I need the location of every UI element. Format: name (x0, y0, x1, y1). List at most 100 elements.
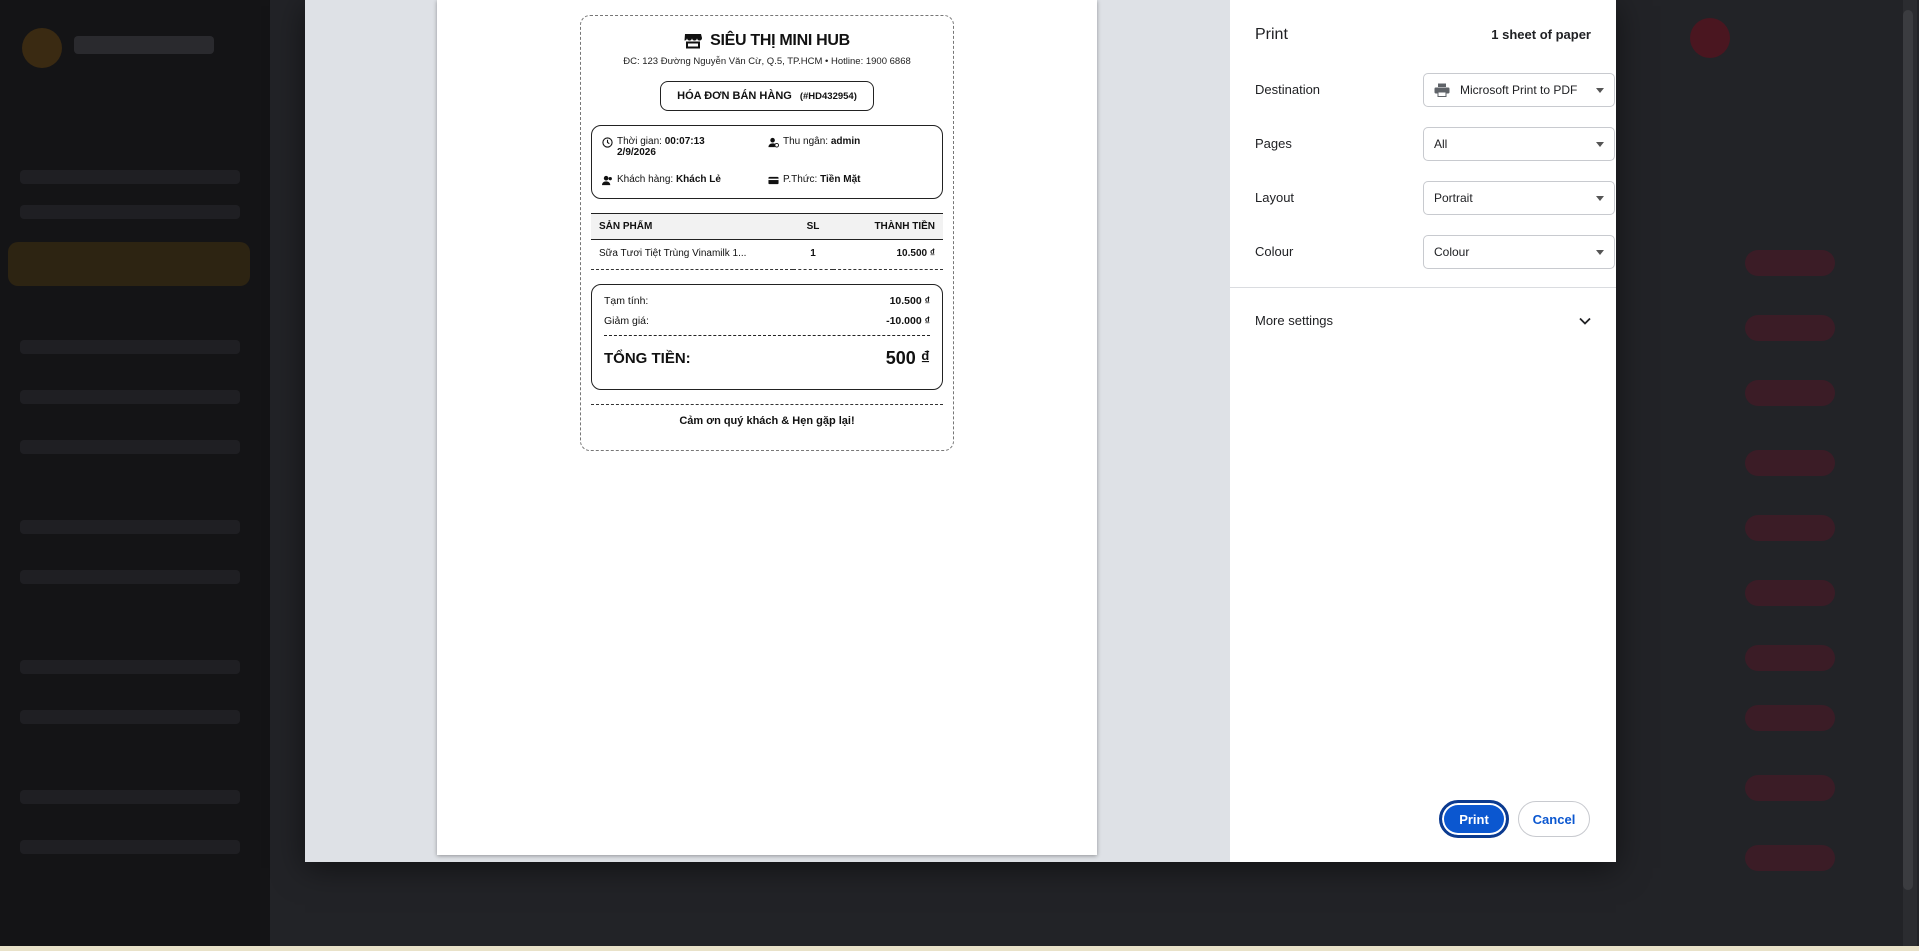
background-logo-text (74, 36, 214, 54)
time-label: Thời gian: (617, 136, 662, 147)
background-status-pill (1745, 775, 1835, 801)
colour-label: Colour (1255, 244, 1294, 259)
item-amount: 10.500 ₫ (833, 239, 943, 270)
background-status-pill (1745, 515, 1835, 541)
info-cashier: Thu ngân: admin (768, 136, 860, 148)
background-status-pill (1745, 580, 1835, 606)
printer-icon (1434, 83, 1450, 97)
colour-value: Colour (1434, 245, 1470, 259)
background-nav-item (20, 660, 240, 674)
sheet-count: 1 sheet of paper (1491, 27, 1591, 42)
background-footer-strip (0, 946, 1919, 951)
background-status-pill (1745, 645, 1835, 671)
totals-box: Tạm tính: 10.500 ₫ Giảm giá: -10.000 ₫ T… (591, 284, 943, 390)
layout-select[interactable]: Portrait (1423, 181, 1615, 215)
thank-you-message: Cảm ơn quý khách & Hẹn gặp lại! (679, 415, 855, 427)
info-customer: Khách hàng: Khách Lẻ (602, 174, 721, 186)
invoice-info-box: Thời gian: 00:07:13 2/9/2026 Thu ngân: a… (591, 125, 943, 199)
method-label: P.Thức: (783, 174, 818, 185)
discount-value: -10.000 ₫ (886, 315, 930, 327)
pages-value: All (1434, 137, 1448, 151)
background-status-pill (1745, 380, 1835, 406)
user-cog-icon (768, 137, 779, 148)
background-nav-item (20, 205, 240, 219)
background-status-pill (1745, 250, 1835, 276)
background-status-pill (1745, 315, 1835, 341)
cashier-label: Thu ngân: (783, 136, 829, 147)
chevron-down-icon (1596, 142, 1604, 147)
item-qty: 1 (793, 239, 833, 270)
more-settings-label: More settings (1255, 313, 1334, 328)
store-icon (684, 34, 703, 49)
total-value: 500 ₫ (885, 348, 930, 368)
subtotal-line: Tạm tính: 10.500 ₫ (604, 295, 930, 307)
background-sidebar (0, 0, 270, 951)
print-settings-panel: Print 1 sheet of paper Destination Micro… (1230, 0, 1616, 862)
store-address: ĐC: 123 Đường Nguyễn Văn Cừ, Q.5, TP.HCM… (623, 56, 911, 67)
subtotal-value: 10.500 ₫ (889, 295, 930, 307)
item-name: Sữa Tươi Tiệt Trùng Vinamilk 1... (591, 239, 793, 270)
info-time: Thời gian: 00:07:13 2/9/2026 (602, 136, 705, 158)
print-preview-area: SIÊU THỊ MINI HUB ĐC: 123 Đường Nguyễn V… (305, 0, 1230, 862)
cashier-value: admin (830, 136, 861, 147)
dialog-title: Print (1255, 26, 1288, 43)
background-logo (22, 28, 62, 68)
info-payment-text: P.Thức: Tiền Mặt (783, 174, 860, 185)
background-nav-item (20, 790, 240, 804)
pages-row: Pages All (1255, 127, 1615, 161)
layout-value: Portrait (1434, 191, 1473, 205)
background-nav-item (20, 520, 240, 534)
pages-select[interactable]: All (1423, 127, 1615, 161)
preview-page: SIÊU THỊ MINI HUB ĐC: 123 Đường Nguyễn V… (437, 0, 1097, 855)
background-nav-item (20, 170, 240, 184)
info-payment-method: P.Thức: Tiền Mặt (768, 174, 860, 186)
pages-label: Pages (1255, 136, 1292, 151)
receipt: SIÊU THỊ MINI HUB ĐC: 123 Đường Nguyễn V… (580, 15, 954, 451)
colour-select[interactable]: Colour (1423, 235, 1615, 269)
page-scrollbar-thumb[interactable] (1903, 10, 1913, 890)
method-value: Tiền Mặt (820, 174, 861, 185)
background-nav-item (20, 570, 240, 584)
background-avatar (1690, 18, 1730, 58)
info-cashier-text: Thu ngân: admin (783, 136, 860, 147)
date-value: 2/9/2026 (617, 147, 656, 158)
chevron-down-icon (1596, 88, 1604, 93)
background-nav-item (20, 710, 240, 724)
layout-row: Layout Portrait (1255, 181, 1615, 215)
background-status-pill (1745, 845, 1835, 871)
invoice-title-box: HÓA ĐƠN BÁN HÀNG (#HD432954) (660, 81, 874, 111)
settings-divider (1230, 287, 1616, 288)
discount-line: Giảm giá: -10.000 ₫ (604, 315, 930, 327)
column-product: SẢN PHẨM (591, 213, 793, 240)
store-header: SIÊU THỊ MINI HUB (591, 32, 943, 50)
column-qty: SL (793, 213, 833, 240)
items-table: SẢN PHẨM SL THÀNH TIỀN Sữa Tươi Tiệt Trù… (591, 213, 943, 270)
info-time-text: Thời gian: 00:07:13 2/9/2026 (617, 136, 705, 158)
time-value: 00:07:13 (664, 136, 705, 147)
background-status-pill (1745, 450, 1835, 476)
background-nav-item (20, 440, 240, 454)
grand-total-line: TỔNG TIỀN: 500 ₫ (604, 348, 930, 369)
column-amount: THÀNH TIỀN (833, 213, 943, 240)
credit-card-icon (768, 176, 779, 185)
destination-row: Destination Microsoft Print to PDF (1255, 73, 1615, 107)
subtotal-label: Tạm tính: (604, 295, 649, 307)
discount-label: Giảm giá: (604, 315, 649, 327)
more-settings-toggle[interactable]: More settings (1255, 313, 1591, 328)
cancel-button[interactable]: Cancel (1518, 801, 1590, 837)
totals-divider (604, 335, 930, 336)
page-scrollbar[interactable] (1903, 0, 1917, 951)
users-icon (602, 175, 612, 186)
customer-label: Khách hàng: (617, 174, 674, 185)
background-nav-item (20, 340, 240, 354)
customer-value: Khách Lẻ (675, 174, 721, 185)
thanks-divider (591, 404, 943, 405)
items-table-header: SẢN PHẨM SL THÀNH TIỀN (591, 213, 943, 240)
invoice-title: HÓA ĐƠN BÁN HÀNG (677, 90, 792, 102)
chevron-down-icon (1579, 317, 1591, 325)
colour-row: Colour Colour (1255, 235, 1615, 269)
print-button[interactable]: Print (1439, 800, 1509, 838)
background-status-pill (1745, 705, 1835, 731)
destination-select[interactable]: Microsoft Print to PDF (1423, 73, 1615, 107)
background-nav-item (20, 390, 240, 404)
